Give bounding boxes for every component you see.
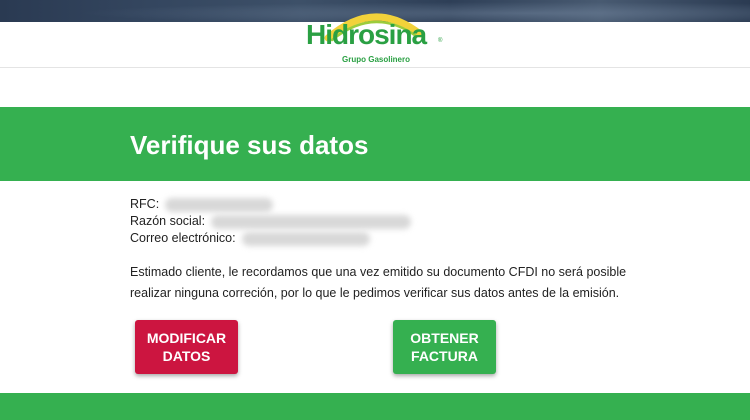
field-rfc-value-redacted xyxy=(165,197,274,212)
field-rfc-label: RFC: xyxy=(130,197,160,211)
customer-data: RFC: Razón social: Correo electrónico: xyxy=(130,196,412,247)
footer-band xyxy=(0,393,750,420)
field-razon-social-value-redacted xyxy=(211,214,412,229)
logo-registered-mark: ® xyxy=(438,38,443,44)
get-label-line2: FACTURA xyxy=(411,348,478,364)
modify-data-button[interactable]: MODIFICAR DATOS xyxy=(135,320,238,374)
modify-label-line2: DATOS xyxy=(162,348,211,364)
field-correo-label: Correo electrónico: xyxy=(130,231,236,245)
field-razon-social: Razón social: xyxy=(130,213,412,230)
notice-text: Estimado cliente, le recordamos que una … xyxy=(130,265,627,300)
field-razon-social-label: Razón social: xyxy=(130,214,206,228)
modify-data-button-label: MODIFICAR DATOS xyxy=(142,329,232,365)
field-correo: Correo electrónico: xyxy=(130,230,411,247)
page-title: Verifique sus datos xyxy=(130,130,369,160)
title-band xyxy=(0,107,750,181)
get-invoice-button[interactable]: OBTENER FACTURA xyxy=(393,320,496,374)
field-rfc: RFC: xyxy=(130,196,411,213)
modify-label-line1: MODIFICAR xyxy=(146,330,227,346)
logo-tagline: Grupo Gasolinero xyxy=(342,55,411,64)
get-label-line1: OBTENER xyxy=(410,330,479,346)
get-invoice-button-label: OBTENER FACTURA xyxy=(400,329,490,365)
field-correo-value-redacted xyxy=(241,231,370,246)
page: Hidrosina ® Grupo Gasolinero Verifique s… xyxy=(0,0,750,420)
hidrosina-logo[interactable]: Hidrosina ® Grupo Gasolinero xyxy=(300,4,460,66)
logo-wordmark: Hidrosina xyxy=(306,19,427,50)
site-header: Hidrosina ® Grupo Gasolinero xyxy=(0,13,750,68)
